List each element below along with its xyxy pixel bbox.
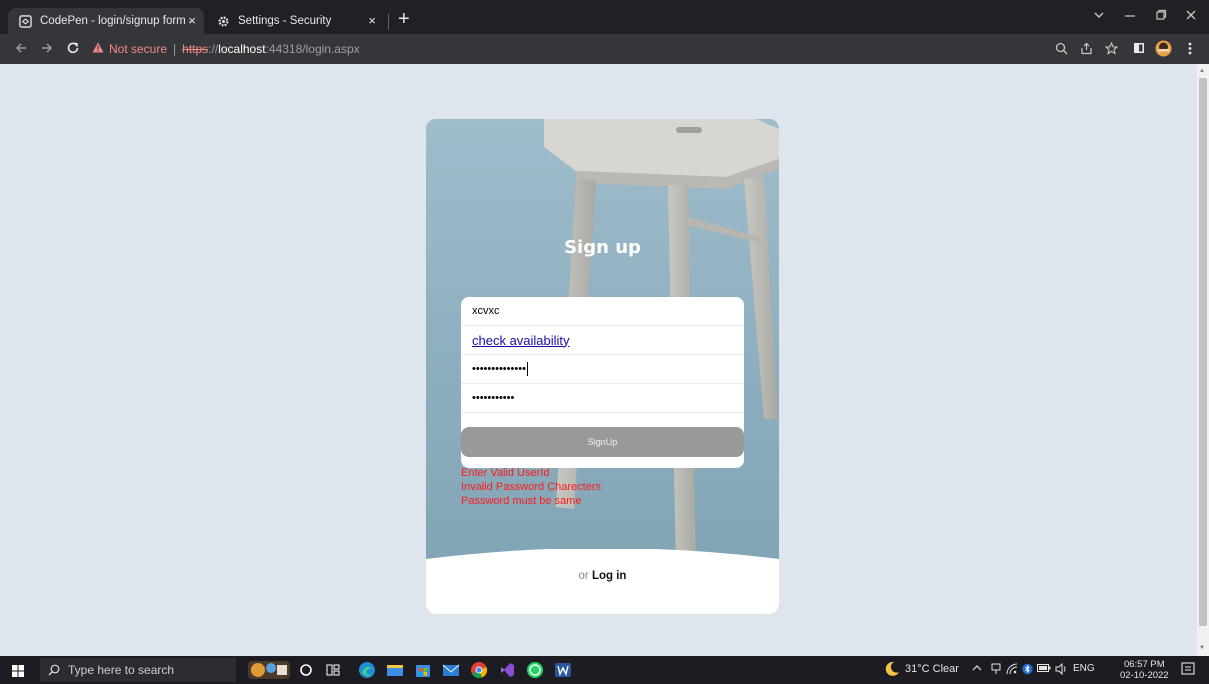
error-password-chars: Invalid Password Charecters xyxy=(461,481,602,493)
close-window-icon[interactable] xyxy=(1185,8,1197,24)
restore-icon[interactable] xyxy=(1155,8,1167,24)
input-language[interactable]: ENG xyxy=(1073,663,1095,674)
task-view-icon[interactable] xyxy=(324,661,342,679)
login-link[interactable]: Log in xyxy=(592,570,627,582)
bluetooth-icon[interactable] xyxy=(1022,663,1033,678)
minimize-icon[interactable] xyxy=(1124,8,1136,24)
bookmark-star-icon[interactable] xyxy=(1104,41,1119,58)
battery-icon[interactable] xyxy=(1037,663,1051,676)
tab-settings-security[interactable]: Settings - Security × xyxy=(206,8,384,34)
reload-icon[interactable] xyxy=(66,41,80,58)
close-icon[interactable]: × xyxy=(368,13,376,28)
profile-avatar-icon[interactable] xyxy=(1155,40,1172,60)
password-field[interactable]: •••••••••••••• xyxy=(461,355,744,384)
signup-card: Sign up xcvxc check availability •••••••… xyxy=(426,119,779,614)
windows-start-icon[interactable] xyxy=(12,664,24,677)
tab-codepen[interactable]: CodePen - login/signup form ani × xyxy=(8,8,204,34)
signup-button[interactable]: SignUp xyxy=(461,427,744,457)
check-availability-row: check availability xyxy=(461,326,744,355)
visual-studio-icon[interactable] xyxy=(498,661,516,679)
edge-browser-icon[interactable] xyxy=(358,661,376,679)
check-availability-link[interactable]: check availability xyxy=(472,333,570,348)
tab-separator xyxy=(388,14,389,30)
notification-center-icon[interactable] xyxy=(1180,661,1196,680)
userid-field[interactable]: xcvxc xyxy=(461,297,744,326)
signup-heading: Sign up xyxy=(564,237,641,258)
gear-icon xyxy=(216,14,230,28)
signup-form: xcvxc check availability •••••••••••••• … xyxy=(461,297,744,468)
browser-tab-strip: CodePen - login/signup form ani × Settin… xyxy=(0,0,1209,34)
error-userid: Enter Valid UserId xyxy=(461,467,550,479)
new-tab-button[interactable]: + xyxy=(398,8,410,30)
codepen-icon xyxy=(18,14,32,28)
confirm-password-field[interactable]: ••••••••••• xyxy=(461,384,744,413)
tab-search-icon[interactable] xyxy=(1093,8,1105,24)
word-icon[interactable] xyxy=(554,661,572,679)
file-explorer-icon[interactable] xyxy=(386,661,404,679)
address-bar[interactable]: Not secure | https :// localhost :44318/… xyxy=(92,38,1102,60)
side-panel-icon[interactable] xyxy=(1133,42,1145,57)
warning-icon[interactable] xyxy=(92,42,104,56)
scroll-up-arrow-icon[interactable]: ▲ xyxy=(1199,68,1205,74)
forward-arrow-icon[interactable] xyxy=(40,41,54,58)
url-separator: | xyxy=(173,42,177,56)
search-placeholder: Type here to search xyxy=(68,663,175,677)
show-hidden-icons-chevron-icon[interactable] xyxy=(972,663,982,676)
error-password-match: Password must be same xyxy=(461,495,582,507)
footer-switch: or Log in xyxy=(426,570,779,582)
zoom-icon[interactable] xyxy=(1055,42,1068,58)
confirm-password-value: ••••••••••• xyxy=(472,392,515,404)
or-text: or xyxy=(578,570,589,582)
url-host: localhost xyxy=(218,42,266,56)
back-arrow-icon[interactable] xyxy=(14,41,28,58)
whatsapp-icon[interactable] xyxy=(526,661,544,679)
cortana-icon[interactable] xyxy=(297,661,315,679)
windows-taskbar: Type here to search 31°C Clear ENG 06:57… xyxy=(0,656,1209,684)
url-scheme: https xyxy=(182,42,209,56)
widgets-news-icon[interactable] xyxy=(248,661,290,679)
not-secure-label[interactable]: Not secure xyxy=(109,42,167,56)
tab-title: CodePen - login/signup form ani xyxy=(40,15,190,27)
password-value: •••••••••••••• xyxy=(472,363,526,375)
search-icon xyxy=(48,664,60,676)
microsoft-store-icon[interactable] xyxy=(414,661,432,679)
scroll-down-arrow-icon[interactable]: ▼ xyxy=(1199,645,1205,651)
mail-icon[interactable] xyxy=(442,661,460,679)
share-icon[interactable] xyxy=(1080,42,1093,58)
url-scheme-separator: :// xyxy=(208,42,219,56)
taskbar-search-box[interactable]: Type here to search xyxy=(40,658,236,682)
scrollbar-thumb[interactable] xyxy=(1199,78,1207,626)
url-path: :44318/login.aspx xyxy=(265,42,360,56)
wifi-icon[interactable] xyxy=(1006,663,1018,678)
browser-toolbar: Not secure | https :// localhost :44318/… xyxy=(0,34,1209,64)
weather-text[interactable]: 31°C Clear xyxy=(905,663,959,675)
text-cursor xyxy=(526,362,528,376)
close-icon[interactable]: × xyxy=(188,13,196,28)
tab-title: Settings - Security xyxy=(238,15,332,27)
weather-moon-icon[interactable] xyxy=(884,661,900,680)
clock-date: 02-10-2022 xyxy=(1120,670,1169,681)
menu-kebab-icon[interactable] xyxy=(1188,42,1192,58)
pen-workspace-icon[interactable] xyxy=(990,663,1002,678)
system-clock[interactable]: 06:57 PM 02-10-2022 xyxy=(1120,659,1169,681)
volume-icon[interactable] xyxy=(1055,662,1068,678)
chrome-icon[interactable] xyxy=(470,661,488,679)
clock-time: 06:57 PM xyxy=(1123,659,1165,670)
